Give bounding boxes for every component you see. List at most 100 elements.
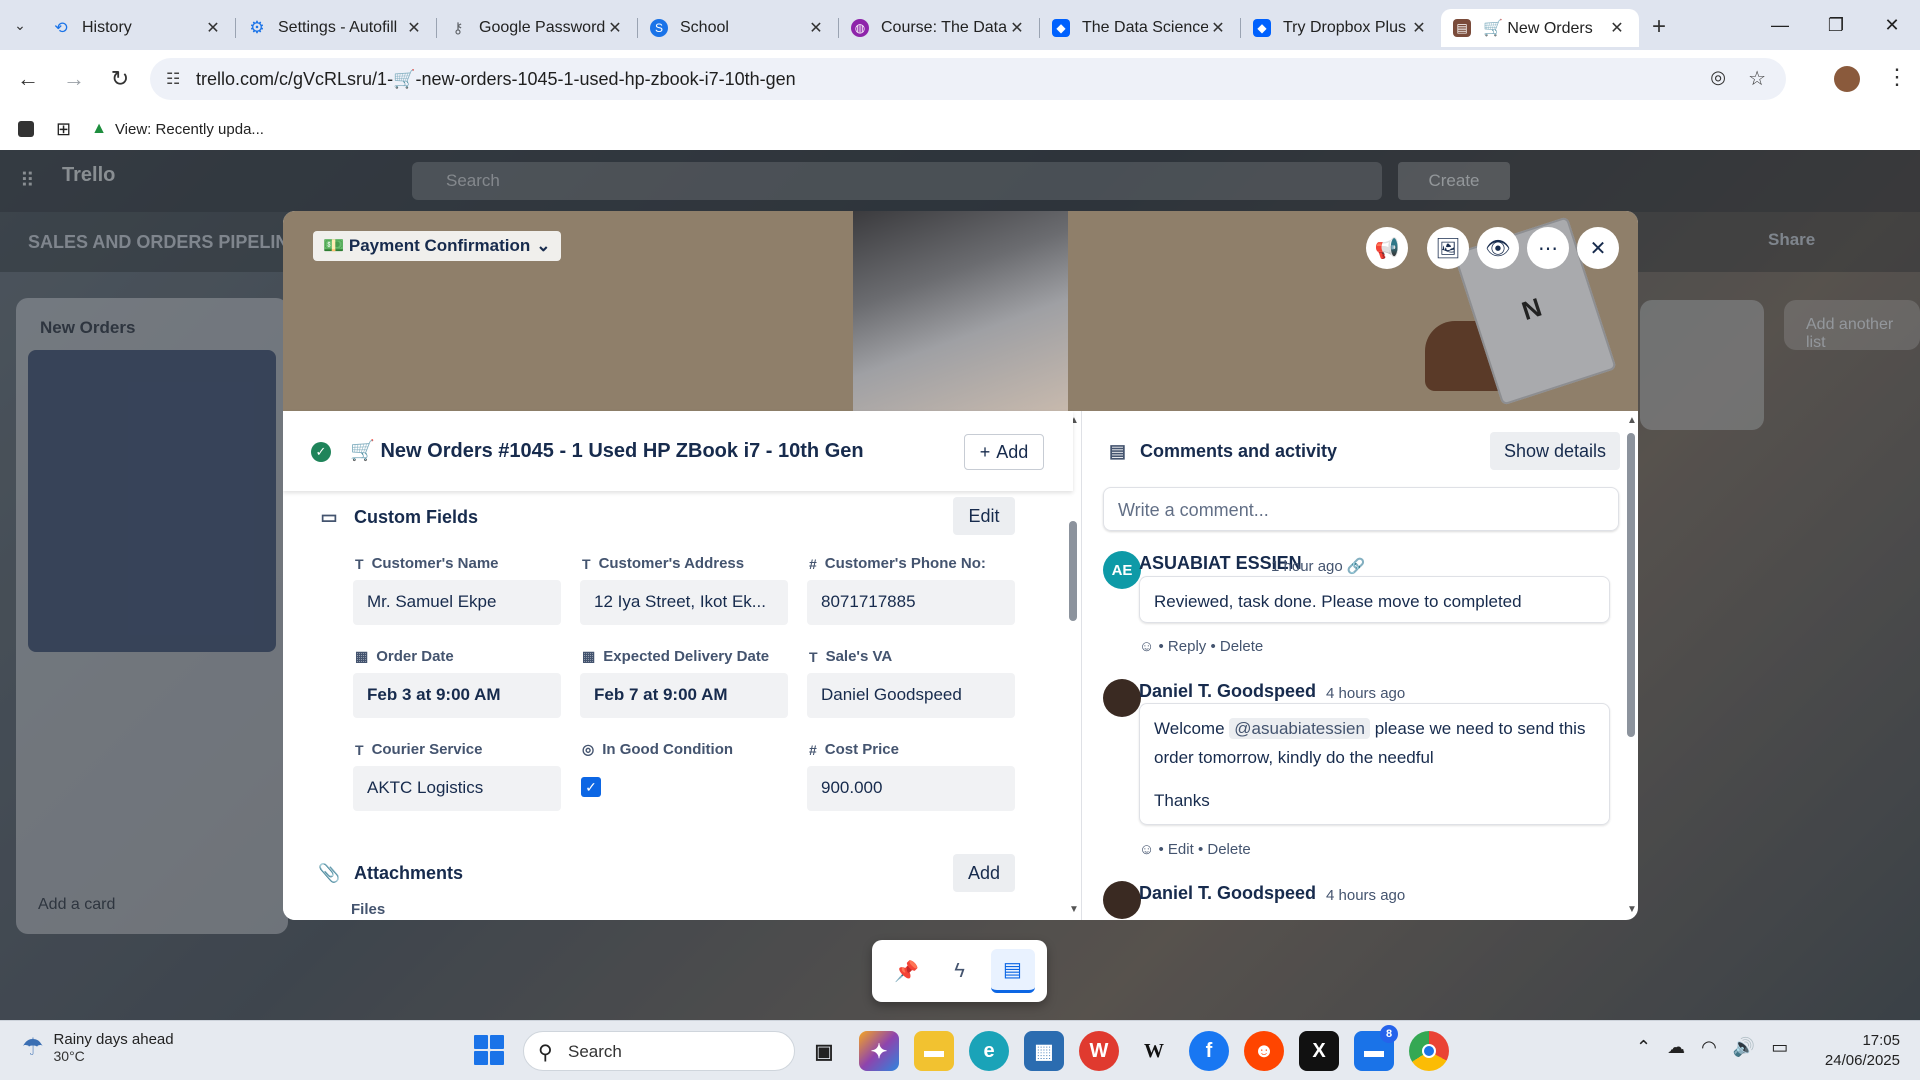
tab-dropbox[interactable]: ◆ Try Dropbox Plus ✕ (1241, 9, 1441, 47)
announce-button[interactable]: 📢 (1366, 227, 1408, 269)
chrome-icon[interactable] (1409, 1031, 1449, 1071)
close-icon[interactable]: ✕ (1007, 18, 1027, 38)
clock-time: 17:05 (1862, 1032, 1900, 1049)
start-button[interactable] (474, 1035, 504, 1065)
activity-scrollbar[interactable]: ▲ ▼ (1625, 415, 1637, 915)
clock[interactable]: 17:05 24/06/2025 (1800, 1031, 1900, 1071)
reply-link[interactable]: Reply (1168, 638, 1206, 655)
site-settings-icon[interactable]: ☷ (166, 69, 180, 89)
comment-author[interactable]: Daniel T. Goodspeed (1139, 681, 1316, 702)
stop-icon[interactable] (18, 121, 34, 137)
text-icon: T (809, 648, 818, 665)
tab-history[interactable]: ⟲ History ✕ (40, 9, 235, 47)
new-tab-button[interactable]: + (1639, 13, 1679, 41)
delete-link[interactable]: Delete (1220, 638, 1263, 655)
pin-icon[interactable]: 📌 (885, 949, 929, 993)
close-icon[interactable]: ✕ (1607, 18, 1627, 38)
reaction-icon[interactable]: ☺ (1139, 638, 1154, 655)
watch-button[interactable]: 👁 (1477, 227, 1519, 269)
task-view-icon[interactable]: ▣ (804, 1031, 844, 1071)
customer-address-field[interactable]: 12 Iya Street, Ikot Ek... (580, 580, 788, 625)
messaging-icon[interactable]: ▬ 8 (1354, 1025, 1398, 1071)
edit-fields-button[interactable]: Edit (953, 497, 1015, 535)
restore-icon[interactable]: ❐ (1808, 0, 1864, 50)
x-icon[interactable]: X (1299, 1031, 1339, 1071)
eye-off-icon[interactable]: ◎ (1710, 67, 1726, 88)
tab-school[interactable]: S School ✕ (638, 9, 838, 47)
add-button[interactable]: + Add (964, 434, 1044, 470)
avatar[interactable]: AE (1103, 551, 1141, 589)
battery-icon[interactable]: ▭ (1771, 1037, 1788, 1058)
list-selector[interactable]: 💵 Payment Confirmation ⌄ (313, 231, 561, 261)
star-icon[interactable]: ☆ (1748, 66, 1766, 91)
courier-service-field[interactable]: AKTC Logistics (353, 766, 561, 811)
close-icon[interactable]: ✕ (1208, 18, 1228, 38)
comment-time[interactable]: 1 hour ago 🔗 (1271, 557, 1366, 575)
weather-widget[interactable]: ☂ Rainy days ahead 30°C (22, 1031, 174, 1064)
edit-link[interactable]: Edit (1168, 841, 1194, 858)
tab-course[interactable]: ◍ Course: The Data ✕ (839, 9, 1039, 47)
close-icon[interactable]: ✕ (1409, 18, 1429, 38)
card-title[interactable]: 🛒 New Orders #1045 - 1 Used HP ZBook i7 … (350, 438, 864, 463)
bolt-icon[interactable]: ϟ (938, 949, 982, 993)
close-window-icon[interactable]: ✕ (1864, 0, 1920, 50)
field-label: T Courier Service (355, 741, 482, 758)
reddit-icon[interactable]: ☻ (1244, 1031, 1284, 1071)
scroll-thumb[interactable] (1069, 521, 1077, 621)
close-icon[interactable]: ✕ (404, 18, 424, 38)
tab-search-button[interactable]: ⌄ (0, 0, 40, 50)
back-button[interactable]: ← (10, 61, 46, 97)
browser-menu-icon[interactable]: ⋮ (1886, 64, 1908, 90)
order-date-field[interactable]: Feb 3 at 9:00 AM (353, 673, 561, 718)
wps-icon[interactable]: W (1079, 1031, 1119, 1071)
delivery-date-field[interactable]: Feb 7 at 9:00 AM (580, 673, 788, 718)
minimize-icon[interactable]: — (1752, 0, 1808, 50)
reload-button[interactable]: ↻ (102, 61, 138, 97)
tab-settings[interactable]: ⚙ Settings - Autofill ✕ (236, 9, 436, 47)
customer-phone-field[interactable]: 8071717885 (807, 580, 1015, 625)
close-icon[interactable]: ✕ (203, 18, 223, 38)
mention-chip[interactable]: @asuabiatessien (1229, 718, 1370, 739)
cover-image-button[interactable]: 🖼 (1427, 227, 1469, 269)
forward-button[interactable]: → (56, 61, 92, 97)
more-actions-button[interactable]: ⋯ (1527, 227, 1569, 269)
apps-grid-icon[interactable]: ⊞ (56, 119, 71, 140)
store-icon[interactable]: ▦ (1024, 1031, 1064, 1071)
tab-new-orders[interactable]: ▤ 🛒 New Orders ✕ (1441, 9, 1639, 47)
comment-time[interactable]: 4 hours ago (1326, 685, 1405, 702)
delete-link[interactable]: Delete (1207, 841, 1250, 858)
facebook-icon[interactable]: f (1189, 1031, 1229, 1071)
edge-icon[interactable]: e (969, 1031, 1009, 1071)
wifi-icon[interactable]: ◠ (1701, 1037, 1717, 1058)
volume-icon[interactable]: 🔊 (1733, 1037, 1755, 1058)
file-explorer-icon[interactable]: ▬ (914, 1031, 954, 1071)
scroll-thumb[interactable] (1627, 433, 1635, 737)
close-icon[interactable]: ✕ (605, 18, 625, 38)
comment-author[interactable]: Daniel T. Goodspeed (1139, 883, 1316, 904)
tab-google-passwords[interactable]: ⚷ Google Passwords ✕ (437, 9, 637, 47)
taskbar-search[interactable]: ⚲ Search (523, 1031, 795, 1071)
tab-data-science[interactable]: ◆ The Data Science ✕ (1040, 9, 1240, 47)
url-field[interactable]: ☷ trello.com/c/gVcRLsru/1-🛒-new-orders-1… (150, 58, 1786, 100)
close-icon[interactable]: ✕ (806, 18, 826, 38)
complete-check-icon[interactable]: ✓ (311, 442, 331, 462)
close-modal-button[interactable]: ✕ (1577, 227, 1619, 269)
comment-input[interactable]: Write a comment... (1103, 487, 1619, 531)
chevron-up-icon[interactable]: ⌃ (1636, 1037, 1651, 1058)
cost-price-field[interactable]: 900.000 (807, 766, 1015, 811)
good-condition-checkbox[interactable]: ✓ (581, 777, 601, 797)
copilot-icon[interactable]: ✦ (859, 1031, 899, 1071)
profile-avatar[interactable] (1834, 66, 1860, 92)
customer-name-field[interactable]: Mr. Samuel Ekpe (353, 580, 561, 625)
reaction-icon[interactable]: ☺ (1139, 841, 1154, 858)
avatar[interactable] (1103, 679, 1141, 717)
show-details-button[interactable]: Show details (1490, 432, 1620, 470)
sales-va-field[interactable]: Daniel Goodspeed (807, 673, 1015, 718)
add-attachment-button[interactable]: Add (953, 854, 1015, 892)
avatar[interactable] (1103, 881, 1141, 919)
bookmark-recently-updated[interactable]: View: Recently upda... (115, 121, 264, 138)
wikipedia-icon[interactable]: W (1134, 1031, 1174, 1071)
comment-time[interactable]: 4 hours ago (1326, 887, 1405, 904)
onedrive-icon[interactable]: ☁ (1667, 1037, 1685, 1058)
comments-view-icon[interactable]: ▤ (990, 949, 1035, 993)
